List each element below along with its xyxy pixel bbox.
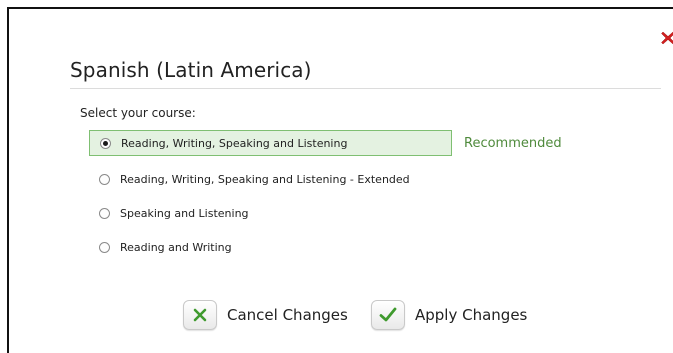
dialog-title: Spanish (Latin America): [70, 58, 312, 82]
course-dialog: Spanish (Latin America) Select your cour…: [7, 7, 673, 353]
title-divider: [70, 88, 661, 89]
radio-button-selected[interactable]: [100, 137, 111, 149]
cancel-icon-box: [183, 300, 217, 330]
course-option-label: Speaking and Listening: [120, 206, 249, 220]
course-option-rwsl-extended[interactable]: Reading, Writing, Speaking and Listening…: [89, 166, 410, 192]
radio-button[interactable]: [99, 241, 110, 253]
section-label: Select your course:: [80, 106, 196, 120]
course-option-label: Reading, Writing, Speaking and Listening…: [120, 172, 410, 186]
green-x-icon: [193, 308, 207, 322]
green-checkmark-icon: [379, 307, 397, 322]
course-option-speaking-listening[interactable]: Speaking and Listening: [89, 200, 249, 226]
cancel-changes-label: Cancel Changes: [227, 306, 348, 324]
course-option-label: Reading, Writing, Speaking and Listening: [121, 136, 348, 150]
radio-button[interactable]: [99, 207, 110, 219]
course-option-label: Reading and Writing: [120, 240, 232, 254]
apply-changes-label: Apply Changes: [415, 306, 528, 324]
apply-changes-button[interactable]: Apply Changes: [371, 300, 527, 330]
course-option-rwsl[interactable]: Reading, Writing, Speaking and Listening: [89, 130, 452, 156]
close-button[interactable]: [658, 28, 673, 48]
recommended-label: Recommended: [464, 136, 562, 151]
apply-icon-box: [371, 300, 405, 330]
radio-button[interactable]: [99, 173, 110, 185]
course-option-reading-writing[interactable]: Reading and Writing: [89, 234, 232, 260]
close-x-icon: [661, 31, 673, 45]
cancel-changes-button[interactable]: Cancel Changes: [183, 300, 348, 330]
